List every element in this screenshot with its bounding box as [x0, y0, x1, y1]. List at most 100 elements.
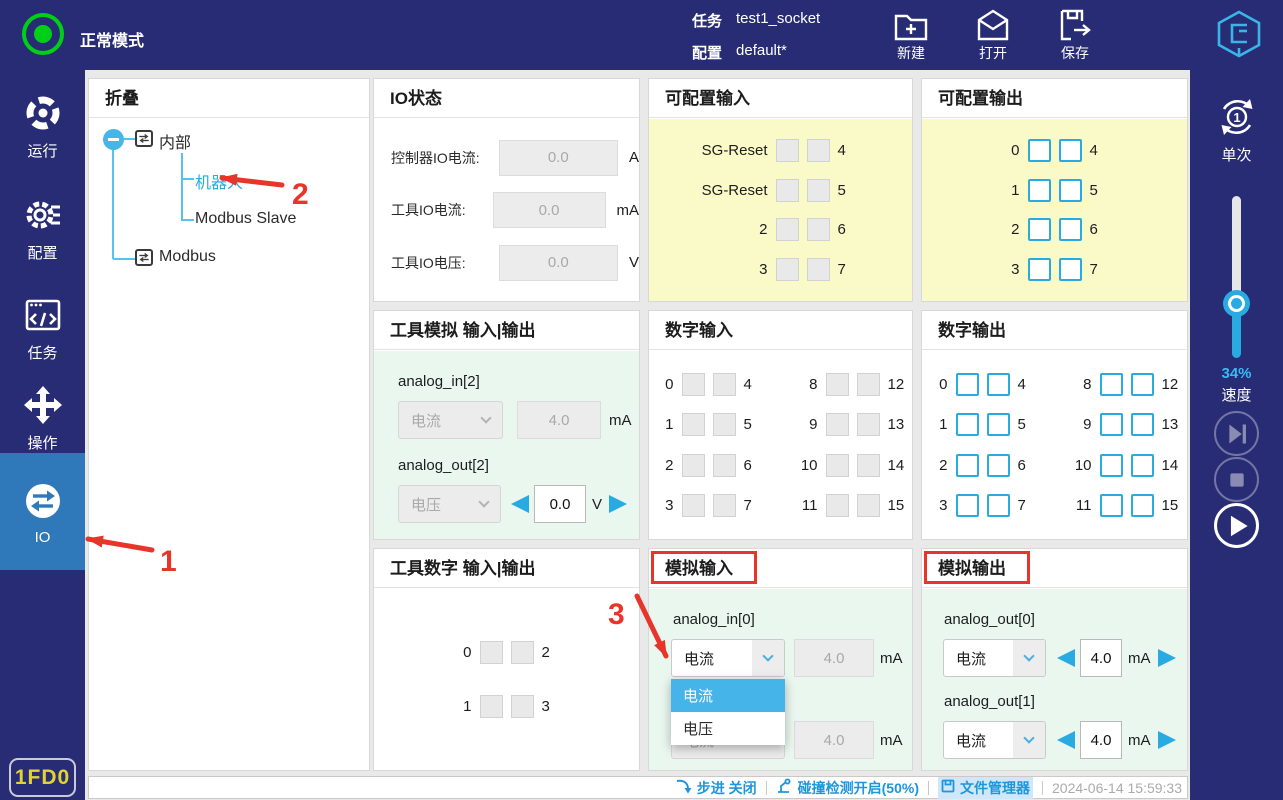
digital-output-checkbox[interactable] [1100, 494, 1123, 517]
slider-thumb[interactable] [1223, 290, 1250, 317]
io-index-label: 11 [1070, 497, 1092, 514]
sidebar-item-task[interactable]: 任务 [0, 294, 85, 363]
channel-label: analog_out[1] [944, 693, 1035, 710]
digital-output-checkbox[interactable] [987, 454, 1010, 477]
increment-arrow-button[interactable] [1156, 721, 1180, 759]
digital-output-checkbox[interactable] [1100, 413, 1123, 436]
new-button[interactable]: 新建 [892, 7, 930, 63]
sidebar-item-config[interactable]: 配置 [0, 194, 85, 263]
config-output-checkbox[interactable] [1028, 139, 1051, 162]
dropdown-option-voltage[interactable]: 电压 [671, 712, 785, 745]
unit-label: mA [617, 202, 640, 219]
analog-out1-mode-select[interactable]: 电流 [943, 721, 1046, 759]
tree-node-robot[interactable]: 机器人 [195, 169, 243, 207]
single-cycle-icon: 1 [1214, 127, 1260, 144]
tree-collapse-header[interactable]: 折叠 [89, 79, 369, 118]
digital-output-checkbox[interactable] [1131, 373, 1154, 396]
config-output-checkbox[interactable] [1028, 179, 1051, 202]
decrement-arrow-button[interactable] [507, 485, 531, 523]
chevron-down-icon [1013, 640, 1045, 676]
config-input-checkbox [776, 258, 799, 281]
decrement-arrow-button[interactable] [1053, 639, 1077, 677]
analog-out0-value-field[interactable]: 4.0 [1080, 639, 1122, 677]
digital-output-checkbox[interactable] [987, 373, 1010, 396]
digital-output-checkbox[interactable] [956, 494, 979, 517]
io-index-label: 13 [1162, 416, 1184, 433]
single-cycle-control[interactable]: 1 单次 [1190, 94, 1283, 165]
increment-arrow-button[interactable] [1156, 639, 1180, 677]
collision-detect-label: 碰撞检测开启(50%) [798, 778, 919, 798]
save-button[interactable]: 保存 [1056, 7, 1094, 63]
digital-output-checkbox[interactable] [1100, 454, 1123, 477]
swap-io-icon [135, 249, 153, 266]
digital-output-checkbox[interactable] [987, 413, 1010, 436]
open-button[interactable]: 打开 [974, 7, 1012, 63]
unit-label: V [592, 485, 602, 523]
io-index-label: 2 [652, 457, 674, 474]
io-index-label: 2 [702, 221, 768, 238]
divider [1042, 781, 1043, 795]
dropdown-option-current[interactable]: 电流 [671, 679, 785, 712]
digital-input-row: 26 1014 [649, 454, 912, 477]
annotation-red-box [924, 551, 1030, 584]
config-output-checkbox[interactable] [1059, 179, 1082, 202]
file-manager-button[interactable]: 文件管理器 [938, 777, 1033, 799]
tree-node-modbus-slave[interactable]: Modbus Slave [195, 210, 296, 228]
config-output-checkbox[interactable] [1059, 258, 1082, 281]
channel-label: analog_out[0] [944, 611, 1035, 628]
digital-output-checkbox[interactable] [1131, 454, 1154, 477]
configurable-output-panel: 可配置输出 0 4 1 5 2 6 3 [921, 78, 1188, 302]
sidebar-item-io[interactable]: IO [0, 453, 85, 570]
io-status-label: 工具IO电流: [391, 200, 493, 220]
digital-output-checkbox[interactable] [956, 413, 979, 436]
sidebar-item-run[interactable]: 运行 [0, 92, 85, 161]
digital-output-checkbox[interactable] [1100, 373, 1123, 396]
tool-analog-out-value-field[interactable]: 0.0 [534, 485, 586, 523]
play-button[interactable] [1214, 503, 1259, 548]
increment-arrow-button[interactable] [607, 485, 631, 523]
io-index-label: 7 [838, 261, 860, 278]
io-index-label: 3 [702, 261, 768, 278]
step-arrow-icon [675, 779, 692, 797]
config-output-row: 0 4 [922, 139, 1187, 162]
config-label: 配置 [692, 42, 722, 63]
io-index-label: 10 [1070, 457, 1092, 474]
io-index-label: 0 [926, 376, 948, 393]
config-output-checkbox[interactable] [1059, 218, 1082, 241]
decrement-arrow-button[interactable] [1053, 721, 1077, 759]
io-index-label: 5 [1018, 416, 1040, 433]
config-output-checkbox[interactable] [1028, 218, 1051, 241]
analog-in0-mode-select[interactable]: 电流 [671, 639, 785, 677]
digital-output-checkbox[interactable] [956, 373, 979, 396]
stop-button[interactable] [1214, 457, 1259, 502]
analog-out1-value-field[interactable]: 4.0 [1080, 721, 1122, 759]
disk-icon [941, 779, 955, 796]
digital-output-row: 15 913 [922, 413, 1187, 436]
step-next-button[interactable] [1214, 411, 1259, 456]
io-index-label: 8 [1070, 376, 1092, 393]
collision-detect-item[interactable]: 碰撞检测开启(50%) [776, 778, 919, 798]
tree-collapse-toggle[interactable] [103, 129, 124, 150]
digital-output-checkbox[interactable] [1131, 413, 1154, 436]
io-index-label: 4 [1018, 376, 1040, 393]
io-status-row: 控制器IO电流: 0.0 A [374, 140, 639, 176]
tool-analog-in-value-field: 4.0 [517, 401, 601, 439]
config-output-checkbox[interactable] [1059, 139, 1082, 162]
digital-input-checkbox [713, 373, 736, 396]
io-status-value-field: 0.0 [493, 192, 606, 228]
digital-output-checkbox[interactable] [1131, 494, 1154, 517]
analog-out0-mode-select[interactable]: 电流 [943, 639, 1046, 677]
config-output-checkbox[interactable] [1028, 258, 1051, 281]
tree-node-modbus[interactable]: Modbus [159, 248, 216, 266]
digital-input-checkbox [713, 413, 736, 436]
digital-input-row: 37 1115 [649, 494, 912, 517]
move-arrows-icon [0, 384, 85, 426]
sidebar-item-operate[interactable]: 操作 [0, 384, 85, 453]
step-mode-toggle[interactable]: 步进 关闭 [675, 778, 757, 798]
io-index-label: 12 [888, 376, 910, 393]
digital-output-row: 37 1115 [922, 494, 1187, 517]
digital-output-checkbox[interactable] [987, 494, 1010, 517]
tree-node-internal[interactable]: 内部 [159, 129, 191, 153]
io-index-label: SG-Reset [702, 142, 768, 159]
digital-output-checkbox[interactable] [956, 454, 979, 477]
